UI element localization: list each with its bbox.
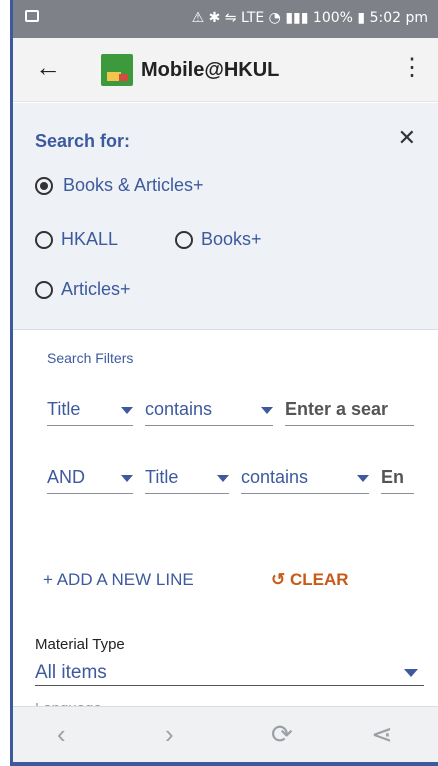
close-icon[interactable]: ✕ [398, 125, 416, 151]
battery-icon: ▮ [357, 10, 366, 26]
status-bar: ⚠ ✱ ⇋ LTE ◔ ▮▮▮ 100% ▮ 5:02 pm [13, 0, 438, 38]
dropdown-caret-icon [357, 475, 369, 482]
clear-button[interactable]: ↺ CLEAR [271, 570, 349, 590]
share-icon[interactable]: ⋖ [371, 719, 393, 750]
operator-select-2[interactable]: contains [241, 464, 369, 494]
nav-back-icon[interactable]: ‹ [57, 719, 66, 750]
operator-select-1[interactable]: contains [145, 396, 273, 426]
search-term-input-1[interactable]: Enter a sear [285, 396, 414, 426]
radio-checked-icon[interactable] [35, 177, 53, 195]
search-term-input-2[interactable]: En [381, 464, 414, 494]
radio-articles[interactable]: Articles+ [35, 279, 131, 300]
app-frame: ⚠ ✱ ⇋ LTE ◔ ▮▮▮ 100% ▮ 5:02 pm ← Mobile@… [10, 0, 438, 766]
radio-hkall[interactable]: HKALL [35, 229, 118, 250]
gallery-icon [25, 10, 39, 22]
search-for-panel: Search for: ✕ Books & Articles+ HKALL Bo… [13, 103, 438, 330]
dropdown-caret-icon [404, 669, 418, 677]
radio-books[interactable]: Books+ [175, 229, 262, 250]
app-title: Mobile@HKUL [141, 59, 280, 81]
dropdown-caret-icon [217, 475, 229, 482]
radio-unchecked-icon[interactable] [35, 231, 53, 249]
radio-label: Books & Articles+ [63, 175, 204, 195]
hkul-logo-icon [101, 54, 133, 86]
radio-unchecked-icon[interactable] [35, 281, 53, 299]
field-select-value: Title [145, 467, 179, 487]
app-toolbar: ← Mobile@HKUL ⋮ [13, 38, 438, 102]
frame-border [10, 762, 438, 766]
dropdown-caret-icon [121, 475, 133, 482]
nav-forward-icon[interactable]: › [165, 719, 174, 750]
status-right: ⚠ ✱ ⇋ LTE ◔ ▮▮▮ 100% ▮ 5:02 pm [192, 10, 428, 26]
radio-books-articles[interactable]: Books & Articles+ [35, 175, 204, 196]
field-select-2[interactable]: Title [145, 464, 229, 494]
more-menu-icon[interactable]: ⋮ [400, 56, 424, 80]
battery-level: 100% [312, 10, 353, 26]
dropdown-caret-icon [121, 407, 133, 414]
boolean-select-value: AND [47, 467, 86, 487]
search-for-title: Search for: [35, 131, 131, 151]
operator-select-value: contains [241, 467, 309, 487]
boolean-select-2[interactable]: AND [47, 464, 133, 494]
back-arrow-icon[interactable]: ← [35, 52, 61, 83]
refresh-icon[interactable]: ⟳ [271, 719, 293, 750]
material-type-select[interactable]: All items [35, 656, 424, 686]
radio-unchecked-icon[interactable] [175, 231, 193, 249]
material-type-label: Material Type [35, 636, 125, 653]
field-select-value: Title [47, 399, 81, 419]
operator-select-value: contains [145, 399, 213, 419]
clock: 5:02 pm [369, 10, 428, 26]
status-indicators: ⚠ ✱ ⇋ LTE ◔ ▮▮▮ [191, 10, 309, 26]
search-filters-label: Search Filters [47, 350, 134, 366]
browser-bottom-bar: ‹ › ⟳ ⋖ [13, 706, 438, 762]
add-new-line-button[interactable]: + ADD A NEW LINE [43, 570, 194, 590]
dropdown-caret-icon [261, 407, 273, 414]
material-type-value: All items [35, 662, 107, 683]
field-select-1[interactable]: Title [47, 396, 133, 426]
